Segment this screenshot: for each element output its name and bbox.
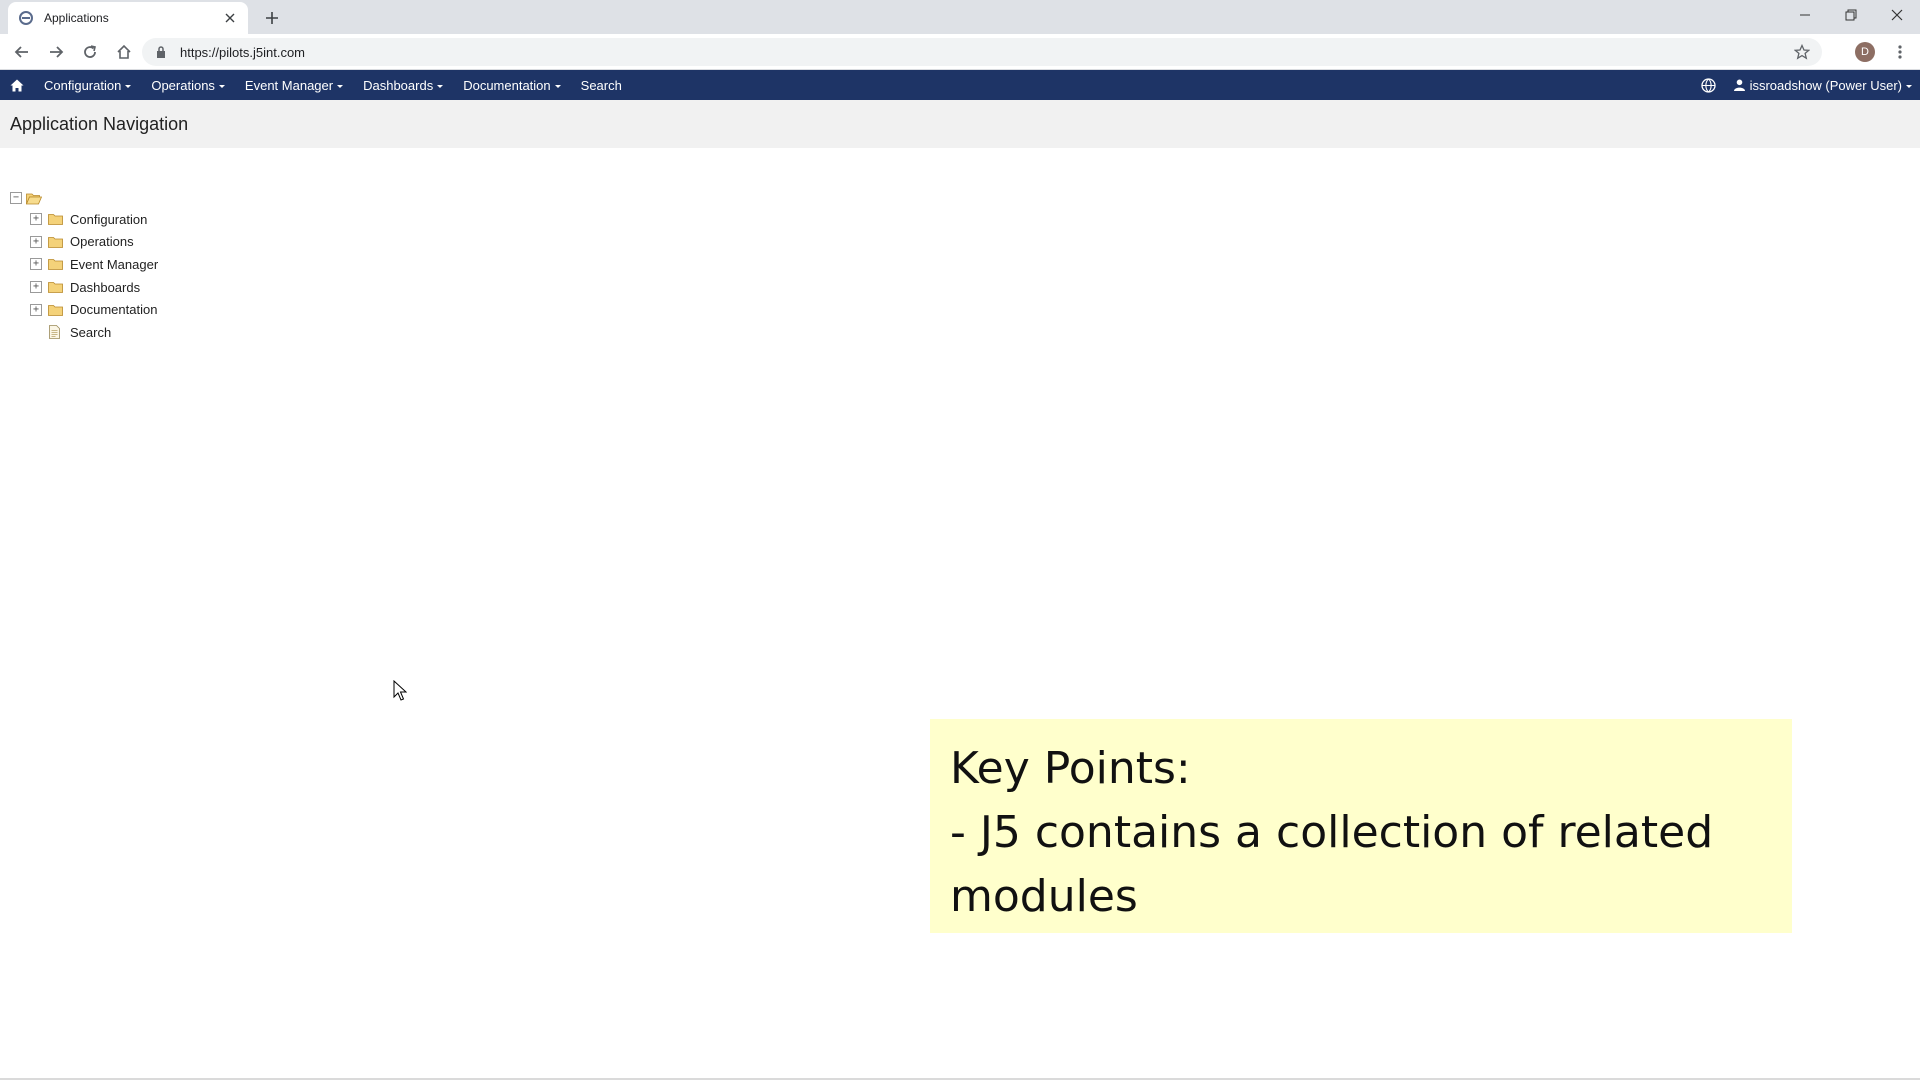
menu-operations[interactable]: Operations — [141, 70, 235, 100]
page-header: Application Navigation — [0, 100, 1920, 148]
tree-node-label[interactable]: Dashboards — [70, 280, 140, 295]
tree-node-label[interactable]: Documentation — [70, 302, 157, 317]
menu-label: Event Manager — [244, 77, 334, 93]
page-title: Application Navigation — [10, 113, 189, 134]
tree-node-label[interactable]: Event Manager — [70, 257, 158, 272]
tree-node-event-manager[interactable]: + Event Manager — [30, 253, 158, 276]
folder-icon — [48, 303, 64, 316]
app-navbar: Configuration Operations Event Manager D… — [0, 70, 1920, 100]
note-heading: Key Points: — [950, 743, 1191, 794]
menu-label: Search — [580, 77, 622, 93]
home-icon[interactable] — [0, 70, 34, 100]
tree-node-search[interactable]: Search — [30, 321, 158, 344]
menu-label: Documentation — [463, 77, 551, 93]
tree-node-label[interactable]: Configuration — [70, 212, 147, 227]
caret-down-icon — [337, 84, 344, 88]
address-bar[interactable]: https://pilots.j5int.com — [142, 38, 1822, 66]
tree-node-operations[interactable]: + Operations — [30, 231, 158, 254]
menu-event-manager[interactable]: Event Manager — [235, 70, 353, 100]
minimize-icon[interactable] — [1782, 0, 1828, 30]
close-tab-icon[interactable] — [222, 10, 238, 26]
mouse-cursor-icon — [393, 679, 408, 702]
back-arrow-icon[interactable] — [8, 38, 36, 66]
note-line: - J5 contains a collection of related — [950, 807, 1714, 858]
tree-node-documentation[interactable]: + Documentation — [30, 298, 158, 321]
application-tree: − + Configuration + Operations + Event M… — [10, 188, 158, 344]
j5-favicon-icon — [18, 10, 34, 26]
expand-toggle[interactable]: + — [30, 213, 42, 226]
tree-node-configuration[interactable]: + Configuration — [30, 208, 158, 231]
browser-toolbar: https://pilots.j5int.com D — [0, 34, 1920, 70]
navbar-right: issroadshow (Power User) — [1696, 70, 1912, 100]
open-folder-icon — [26, 192, 42, 205]
caret-down-icon — [218, 84, 225, 88]
lock-icon — [154, 45, 168, 59]
reload-icon[interactable] — [76, 38, 104, 66]
key-points-note: Key Points: - J5 contains a collection o… — [930, 719, 1792, 933]
caret-down-icon — [437, 84, 444, 88]
folder-icon — [48, 281, 64, 294]
expand-toggle[interactable]: + — [30, 303, 42, 316]
expand-toggle[interactable]: + — [30, 235, 42, 248]
tree-children: + Configuration + Operations + Event Man… — [30, 208, 158, 344]
tree-root[interactable]: − — [10, 188, 158, 208]
menu-label: Configuration — [44, 77, 122, 93]
folder-icon — [48, 235, 64, 248]
tree-node-dashboards[interactable]: + Dashboards — [30, 276, 158, 299]
folder-icon — [48, 213, 64, 226]
caret-down-icon — [125, 84, 132, 88]
window-controls — [1782, 0, 1920, 30]
url-text[interactable]: https://pilots.j5int.com — [180, 45, 1792, 60]
tree-node-label[interactable]: Operations — [70, 234, 134, 249]
menu-label: Operations — [151, 77, 215, 93]
tree-node-label[interactable]: Search — [70, 325, 111, 340]
caret-down-icon — [554, 84, 561, 88]
user-icon — [1733, 79, 1745, 91]
restore-icon[interactable] — [1828, 0, 1874, 30]
menu-documentation[interactable]: Documentation — [453, 70, 570, 100]
folder-icon — [48, 258, 64, 271]
forward-arrow-icon[interactable] — [42, 38, 70, 66]
menu-search[interactable]: Search — [571, 70, 632, 100]
caret-down-icon — [1906, 84, 1912, 88]
menu-dashboards[interactable]: Dashboards — [353, 70, 453, 100]
menu-configuration[interactable]: Configuration — [34, 70, 141, 100]
profile-avatar[interactable]: D — [1855, 42, 1875, 62]
close-window-icon[interactable] — [1874, 0, 1920, 30]
home-page-icon[interactable] — [110, 38, 138, 66]
browser-menu-icon[interactable] — [1888, 40, 1912, 64]
browser-tabstrip: Applications — [0, 0, 1920, 34]
expand-toggle[interactable]: + — [30, 281, 42, 294]
page-icon — [48, 325, 64, 340]
bookmark-star-icon[interactable] — [1792, 42, 1812, 62]
toggle-spacer — [30, 326, 42, 338]
collapse-toggle[interactable]: − — [10, 192, 22, 204]
expand-toggle[interactable]: + — [30, 258, 42, 271]
menu-label: Dashboards — [363, 77, 434, 93]
tab-title: Applications — [44, 11, 109, 25]
browser-tab[interactable]: Applications — [8, 2, 248, 34]
user-name: issroadshow (Power User) — [1749, 77, 1902, 93]
language-globe-icon[interactable] — [1696, 70, 1722, 100]
user-menu[interactable]: issroadshow (Power User) — [1733, 77, 1912, 93]
new-tab-icon[interactable] — [260, 6, 284, 30]
note-line: modules — [950, 871, 1138, 922]
